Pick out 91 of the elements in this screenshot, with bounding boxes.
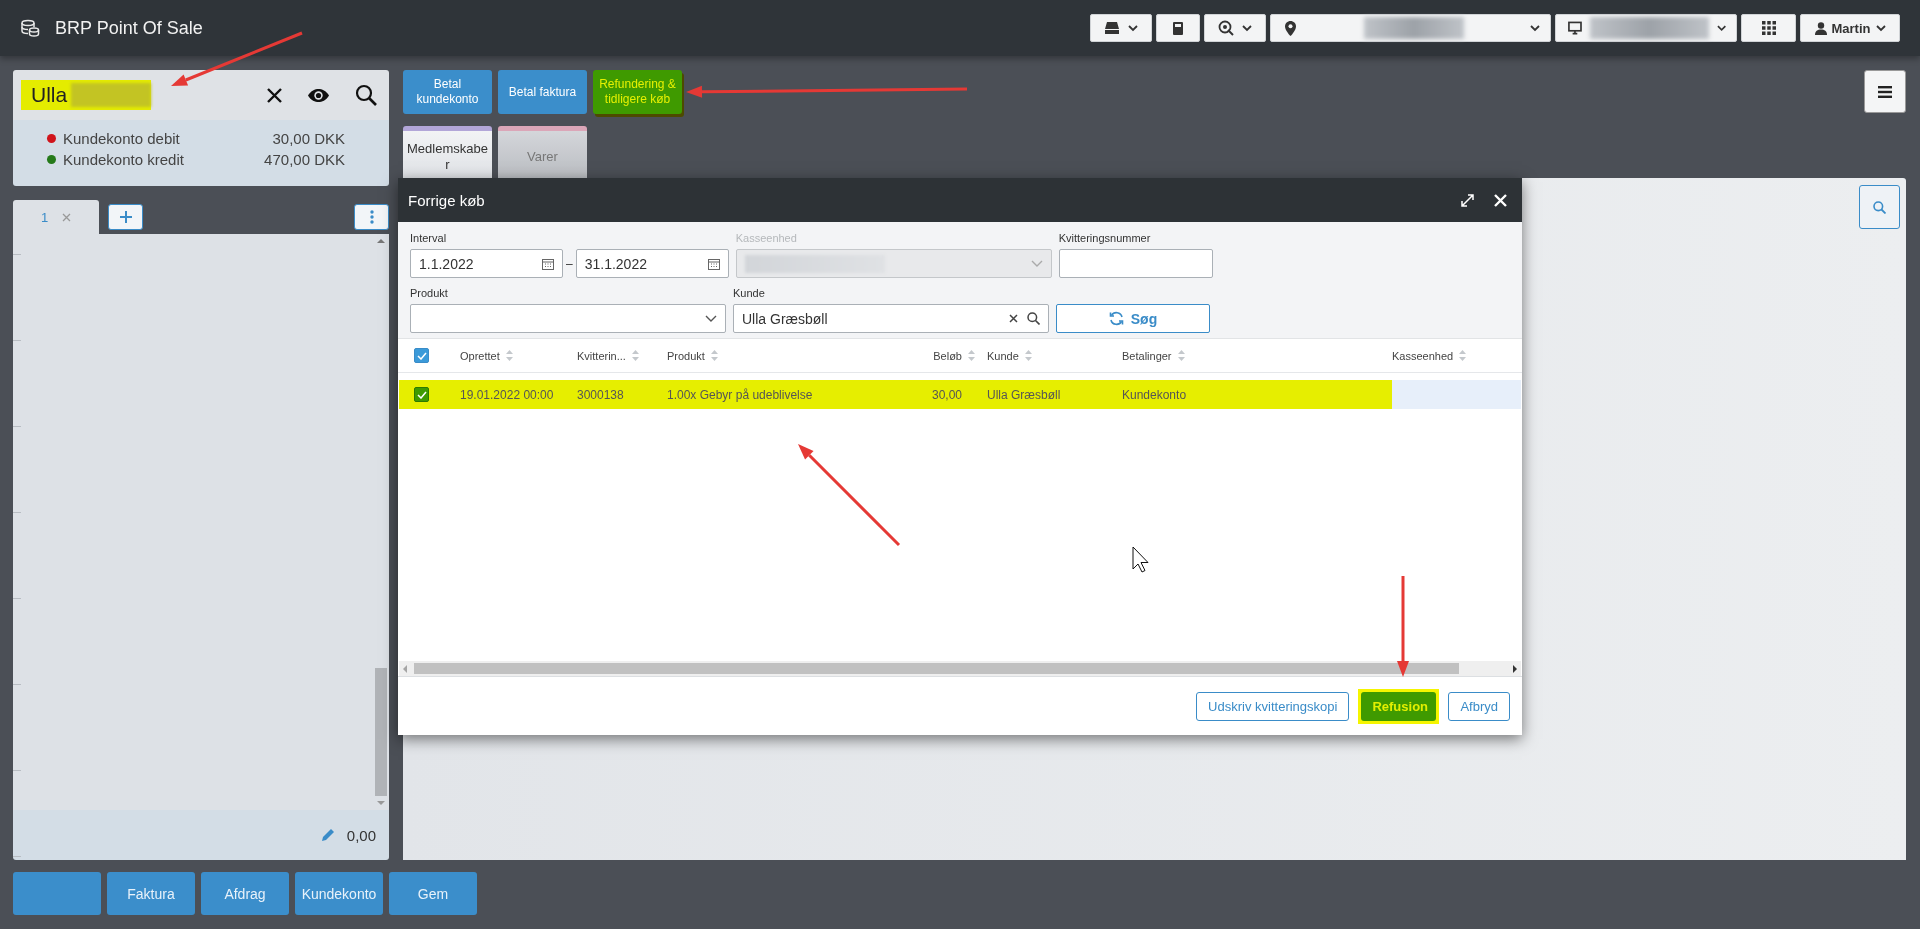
checkbox[interactable] xyxy=(414,348,429,363)
expand-icon[interactable] xyxy=(1461,193,1474,207)
receipt-number-field[interactable] xyxy=(1058,249,1213,278)
sort-icon[interactable] xyxy=(631,350,639,361)
kebab-icon xyxy=(369,210,374,224)
column-header[interactable]: Oprettet xyxy=(460,349,500,362)
register-menu-button[interactable] xyxy=(1090,14,1152,42)
sort-icon[interactable] xyxy=(1177,350,1185,361)
caret-icon xyxy=(1128,24,1138,32)
field-label: Interval xyxy=(410,232,448,246)
table-cell: 3000138 xyxy=(577,387,624,402)
book-icon xyxy=(1172,20,1184,36)
table-cell: 19.01.2022 00:00 xyxy=(460,387,554,402)
range-separator: – xyxy=(566,256,573,271)
product-dropdown[interactable] xyxy=(410,304,726,333)
more-button[interactable] xyxy=(354,204,389,230)
sort-icon[interactable] xyxy=(968,350,975,361)
date-field[interactable]: 1.1.2022 xyxy=(410,249,563,278)
grid-icon xyxy=(1761,21,1776,35)
dialog-button[interactable]: Udskriv kvitteringskopi xyxy=(1196,691,1350,721)
action-button[interactable]: Betal faktura xyxy=(498,70,587,114)
monitor-icon xyxy=(1568,21,1582,35)
caret-icon xyxy=(1242,24,1252,32)
search-icon xyxy=(1873,200,1886,214)
sort-icon[interactable] xyxy=(1024,350,1032,361)
app-title: BRP Point Of Sale xyxy=(55,17,203,39)
payment-button[interactable]: Afdrag xyxy=(201,872,289,915)
close-icon[interactable] xyxy=(267,87,282,103)
account-label: Kundekonto debit xyxy=(63,130,181,147)
eye-icon[interactable] xyxy=(307,87,330,103)
dialog-button[interactable]: Afbryd xyxy=(1448,691,1510,721)
checkbox[interactable] xyxy=(414,387,429,402)
apps-button[interactable] xyxy=(1741,14,1796,42)
search-icon[interactable] xyxy=(1027,312,1040,325)
payment-button[interactable]: Faktura xyxy=(107,872,195,915)
column-header[interactable]: Kvitterin... xyxy=(577,349,626,362)
menu-button[interactable] xyxy=(1864,70,1906,113)
table-cell: 1.00x Gebyr på udeblivelse xyxy=(667,387,813,402)
user-icon xyxy=(1814,21,1827,35)
sort-icon[interactable] xyxy=(710,350,718,361)
field-label: Kunde xyxy=(733,287,766,301)
customer-field[interactable]: Ulla Græsbøll xyxy=(733,304,1049,333)
account-amount: 30,00 DKK xyxy=(272,130,345,147)
total-amount: 0,00 xyxy=(346,826,376,844)
chevron-down-icon xyxy=(705,315,717,322)
caret-icon xyxy=(1716,24,1726,32)
action-button[interactable]: Betal kundekonto xyxy=(403,70,492,114)
register-icon xyxy=(1104,21,1120,35)
table-cell: Ulla Græsbøll xyxy=(987,387,1061,402)
table-cell: 30,00 xyxy=(931,387,962,402)
plus-icon xyxy=(119,211,132,223)
column-header[interactable]: Kasseenhed xyxy=(1392,349,1454,362)
calendar-icon[interactable] xyxy=(707,257,720,270)
field-label: Produkt xyxy=(410,287,449,301)
calendar-icon[interactable] xyxy=(542,257,554,270)
date-field[interactable]: 31.1.2022 xyxy=(575,249,729,278)
search-button[interactable] xyxy=(1859,185,1900,229)
category-tile[interactable]: Medlemskaber xyxy=(403,126,492,180)
caret-icon xyxy=(1530,24,1540,32)
field-label: Kasseenhed xyxy=(735,232,798,246)
refresh-icon xyxy=(1108,311,1124,326)
chevron-down-icon xyxy=(1030,260,1043,267)
user-menu-button[interactable]: Martin xyxy=(1800,14,1900,42)
table-cell: Kundekonto xyxy=(1122,387,1187,402)
book-button[interactable] xyxy=(1156,14,1200,42)
sort-icon[interactable] xyxy=(1459,350,1467,361)
column-header[interactable]: Kunde xyxy=(987,349,1019,362)
field-label: Kvitteringsnummer xyxy=(1058,232,1152,246)
dialog-title: Forrige køb xyxy=(408,191,485,209)
column-header[interactable]: Betalinger xyxy=(1122,349,1172,362)
payment-button[interactable]: Gem xyxy=(389,872,477,915)
add-tab-button[interactable] xyxy=(108,204,143,230)
account-amount: 470,00 DKK xyxy=(264,151,345,168)
clear-icon[interactable] xyxy=(1009,314,1018,323)
column-header[interactable]: Beløb xyxy=(933,349,962,362)
location-pin-icon xyxy=(1285,20,1296,36)
customer-name: Ulla xyxy=(21,80,152,110)
pencil-icon[interactable] xyxy=(320,828,335,842)
table-row[interactable]: 19.01.2022 00:00 3000138 1.00x Gebyr på udeblivelse 30,00 Ulla Græsbøll Kundekonto xyxy=(399,380,1521,409)
caret-icon xyxy=(1875,24,1886,32)
account-label: Kundekonto kredit xyxy=(63,151,185,168)
horizontal-scrollbar[interactable] xyxy=(399,661,1521,676)
search-icon[interactable] xyxy=(355,84,377,106)
menu-icon xyxy=(1878,85,1892,98)
search-button[interactable]: Søg xyxy=(1056,304,1210,333)
mouse-cursor-icon xyxy=(1132,546,1149,573)
sort-icon[interactable] xyxy=(505,350,513,361)
tag-menu-button[interactable] xyxy=(1204,14,1266,42)
column-header[interactable]: Produkt xyxy=(667,349,705,362)
payment-button[interactable]: Kundekonto xyxy=(295,872,383,915)
coins-icon xyxy=(20,18,40,38)
